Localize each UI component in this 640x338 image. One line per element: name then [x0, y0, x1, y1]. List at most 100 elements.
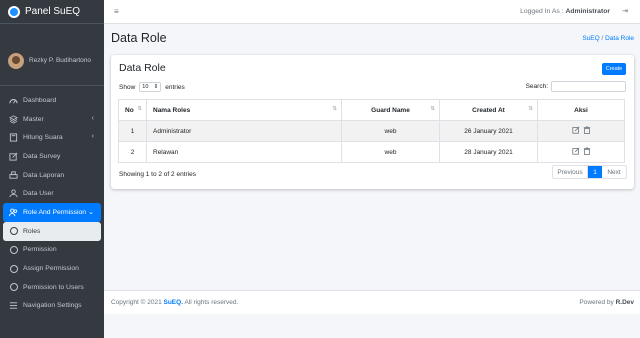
chevron-down-icon: ⌄ — [88, 209, 94, 217]
logged-in-label: Logged In As : — [520, 8, 564, 15]
data-role-card: Data Role Create Show 10 ⇕ entries Search… — [111, 55, 634, 189]
search-label: Search: — [525, 83, 548, 90]
sort-icon: ⇅ — [528, 106, 533, 112]
sidebar-item-permission-to-users[interactable]: Permission to Users — [3, 278, 101, 297]
sort-icon: ⇅ — [430, 106, 435, 112]
roles-table: No ⇅ Nama Roles ⇅ Guard Name ⇅ Created At ⇅ … — [118, 99, 625, 163]
brand-name: Panel SuEQ — [25, 6, 81, 17]
sidebar-item-label: Hitung Suara — [23, 134, 63, 142]
cell-actions — [537, 120, 625, 142]
printer-icon — [9, 171, 18, 180]
chevron-left-icon: ‹ — [91, 114, 94, 122]
sidebar-item-role-and-permission[interactable]: Role And Permission ⌄ — [3, 203, 101, 222]
show-entries: Show 10 ⇕ entries — [119, 82, 185, 92]
top-navbar: ≡ Logged In As : Administrator ⇥ — [104, 0, 640, 24]
sidebar-nav: Dashboard Master ‹ Hitung Suara ‹ Data S… — [0, 86, 104, 315]
user-icon — [9, 189, 18, 198]
column-header-created-at[interactable]: Created At ⇅ — [439, 99, 538, 121]
entries-label: entries — [165, 83, 185, 91]
create-button[interactable]: Create — [602, 63, 626, 75]
list-icon — [9, 301, 18, 310]
brand-logo-icon — [8, 5, 20, 18]
sort-icon: ⇅ — [332, 106, 337, 112]
dashboard-icon — [9, 96, 18, 105]
previous-page-button[interactable]: Previous — [553, 166, 588, 178]
circle-icon — [9, 227, 18, 236]
footer-brand-link[interactable]: SuEQ. — [164, 299, 184, 306]
logout-icon[interactable]: ⇥ — [622, 7, 628, 15]
entries-value: 10 — [142, 84, 149, 90]
entries-select[interactable]: 10 ⇕ — [139, 82, 162, 92]
column-header-nama-roles[interactable]: Nama Roles ⇅ — [146, 99, 342, 121]
sidebar-item-navigation-settings[interactable]: Navigation Settings — [3, 297, 101, 316]
sidebar-item-dashboard[interactable]: Dashboard — [3, 91, 101, 110]
select-arrow-icon: ⇕ — [153, 84, 159, 90]
sidebar-item-label: Permission — [23, 246, 57, 254]
edit-icon[interactable] — [571, 126, 580, 136]
sidebar-item-data-survey[interactable]: Data Survey — [3, 147, 101, 166]
breadcrumb: SuEQ / Data Role — [582, 35, 634, 42]
menu-toggle-icon[interactable]: ≡ — [114, 7, 119, 16]
footer: Copyright © 2021 SuEQ. All rights reserv… — [104, 290, 640, 314]
edit-icon[interactable] — [571, 147, 580, 157]
sidebar-item-label: Roles — [23, 227, 41, 235]
trash-icon[interactable] — [583, 126, 591, 136]
logged-in-user: Administrator — [565, 8, 610, 15]
table-row: 2 Relawan web 28 January 2021 — [118, 141, 625, 163]
search-input[interactable] — [551, 81, 626, 92]
cell-guard-name: web — [341, 141, 440, 163]
column-header-label: Guard Name — [371, 106, 410, 114]
rights-text: All rights reserved. — [184, 299, 239, 306]
sidebar-item-label: Data Survey — [23, 152, 61, 160]
logged-in-info: Logged In As : Administrator — [520, 8, 610, 15]
layers-icon — [9, 114, 18, 124]
powered-by-author: R.Dev — [615, 299, 634, 306]
pagination: Previous 1 Next — [552, 165, 627, 179]
sort-icon: ⇅ — [137, 106, 142, 112]
column-header-label: No — [125, 106, 134, 114]
page-1-button[interactable]: 1 — [588, 166, 602, 178]
sidebar-item-label: Master — [23, 115, 44, 123]
column-header-guard-name[interactable]: Guard Name ⇅ — [341, 99, 440, 121]
cell-created-at: 26 January 2021 — [439, 120, 538, 142]
search-box: Search: — [526, 81, 626, 92]
powered-by-label: Powered by — [579, 299, 614, 306]
edit-icon — [9, 152, 18, 161]
sidebar-item-hitung-suara[interactable]: Hitung Suara ‹ — [3, 128, 101, 147]
page-title: Data Role — [111, 31, 167, 45]
sidebar-item-data-laporan[interactable]: Data Laporan — [3, 166, 101, 185]
sidebar-item-label: Role And Permission — [23, 208, 87, 216]
user-panel[interactable]: Rezky P. Budihartono — [0, 36, 104, 86]
user-name: Rezky P. Budihartono — [29, 57, 92, 64]
sidebar-item-label: Permission to Users — [23, 283, 84, 291]
table-info: Showing 1 to 2 of 2 entries — [119, 171, 196, 178]
content-header: Data Role SuEQ / Data Role — [104, 24, 640, 54]
table-header-row: No ⇅ Nama Roles ⇅ Guard Name ⇅ Created At ⇅ … — [118, 99, 625, 121]
sidebar-item-roles[interactable]: Roles — [3, 221, 101, 241]
users-icon — [9, 208, 18, 217]
sidebar-item-label: Assign Permission — [23, 265, 79, 273]
breadcrumb-home-link[interactable]: SuEQ — [582, 35, 599, 42]
cell-no: 2 — [118, 141, 147, 163]
next-page-button[interactable]: Next — [602, 166, 626, 178]
column-header-no[interactable]: No ⇅ — [118, 99, 147, 121]
column-header-label: Aksi — [574, 106, 588, 114]
sidebar-item-permission[interactable]: Permission — [3, 241, 101, 260]
calculator-icon — [9, 133, 18, 142]
cell-role-name: Relawan — [146, 141, 342, 163]
show-label: Show — [119, 83, 136, 91]
circle-icon — [9, 283, 18, 292]
trash-icon[interactable] — [583, 147, 591, 157]
brand[interactable]: Panel SuEQ — [0, 0, 104, 24]
circle-icon — [9, 245, 18, 254]
breadcrumb-current: Data Role — [605, 35, 634, 42]
sidebar-item-label: Navigation Settings — [23, 302, 82, 310]
column-header-label: Created At — [472, 106, 505, 114]
sidebar-item-data-user[interactable]: Data User — [3, 184, 101, 203]
footer-powered: Powered by R.Dev — [579, 299, 634, 306]
sidebar-item-assign-permission[interactable]: Assign Permission — [3, 259, 101, 278]
column-header-aksi: Aksi — [537, 99, 625, 121]
sidebar-item-master[interactable]: Master ‹ — [3, 110, 101, 129]
avatar — [8, 52, 24, 69]
table-row: 1 Administrator web 26 January 2021 — [118, 120, 625, 142]
